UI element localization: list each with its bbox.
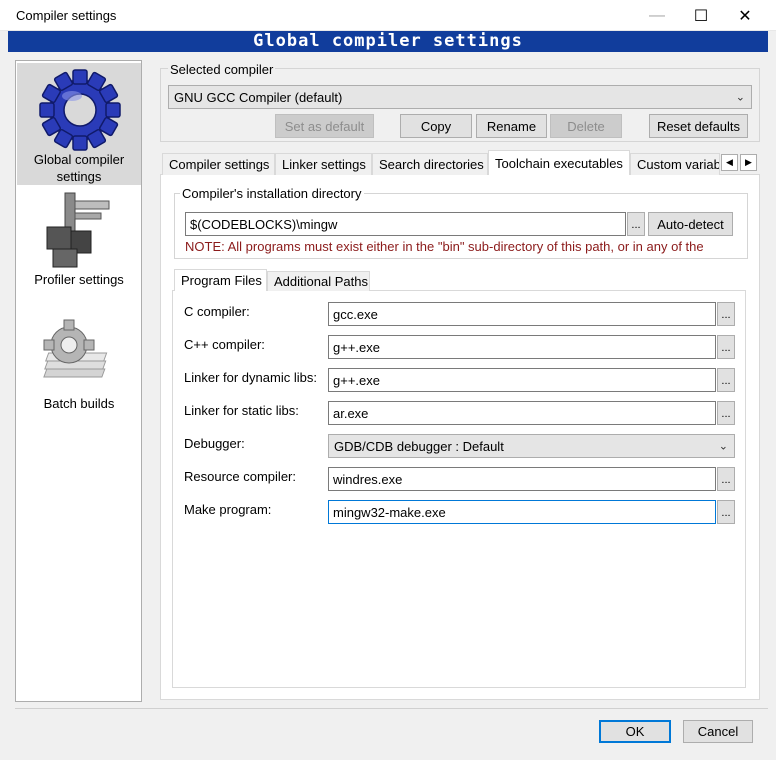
resource-compiler-label: Resource compiler:	[184, 469, 296, 484]
window-title: Compiler settings	[16, 8, 117, 23]
make-program-input[interactable]: mingw32-make.exe	[328, 500, 716, 524]
set-as-default-button[interactable]: Set as default	[275, 114, 374, 138]
sidebar-item-batch-builds[interactable]: Batch builds	[17, 311, 141, 423]
c-compiler-input[interactable]: gcc.exe	[328, 302, 716, 326]
sidebar-item-global-compiler[interactable]: Global compiler settings	[17, 63, 141, 185]
cpp-compiler-input[interactable]: g++.exe	[328, 335, 716, 359]
copy-button[interactable]: Copy	[400, 114, 472, 138]
footer-separator	[15, 708, 768, 709]
minimize-button[interactable]: —	[634, 0, 680, 31]
rename-button[interactable]: Rename	[476, 114, 547, 138]
make-program-browse-button[interactable]: ...	[717, 500, 735, 524]
selected-compiler-label: Selected compiler	[168, 62, 276, 77]
linker-dynamic-label: Linker for dynamic libs:	[184, 370, 317, 385]
tab-scroll-left-button[interactable]: ◀	[721, 154, 738, 171]
settings-category-list: Global compiler settings Profiler settin…	[15, 60, 142, 702]
c-compiler-browse-button[interactable]: ...	[717, 302, 735, 326]
maximize-icon: ☐	[693, 7, 709, 25]
tab-custom-variables[interactable]: Custom variab	[630, 153, 720, 175]
debugger-select-value: GDB/CDB debugger : Default	[334, 438, 504, 454]
reset-defaults-button[interactable]: Reset defaults	[649, 114, 748, 138]
minimize-icon: —	[649, 6, 665, 24]
linker-static-label: Linker for static libs:	[184, 403, 299, 418]
cpp-compiler-label: C++ compiler:	[184, 337, 265, 352]
resource-compiler-browse-button[interactable]: ...	[717, 467, 735, 491]
install-dir-input[interactable]: $(CODEBLOCKS)\mingw	[185, 212, 626, 236]
install-dir-browse-button[interactable]: ...	[627, 212, 645, 236]
tab-compiler-settings[interactable]: Compiler settings	[162, 153, 275, 175]
window-title-bar: Compiler settings — ☐ ✕	[0, 0, 776, 31]
linker-dynamic-browse-button[interactable]: ...	[717, 368, 735, 392]
ok-button[interactable]: OK	[599, 720, 671, 743]
auto-detect-button[interactable]: Auto-detect	[648, 212, 733, 236]
arrow-right-icon: ▶	[745, 157, 752, 167]
cancel-button[interactable]: Cancel	[683, 720, 753, 743]
chevron-down-icon: ⌄	[735, 91, 745, 104]
make-program-label: Make program:	[184, 502, 272, 517]
linker-dynamic-input[interactable]: g++.exe	[328, 368, 716, 392]
debugger-select[interactable]: GDB/CDB debugger : Default ⌄	[328, 434, 735, 458]
tab-program-files[interactable]: Program Files	[174, 269, 267, 291]
debugger-label: Debugger:	[184, 436, 245, 451]
compiler-select[interactable]: GNU GCC Compiler (default) ⌄	[168, 85, 752, 109]
c-compiler-label: C compiler:	[184, 304, 250, 319]
sidebar-item-label: Global compiler settings	[33, 152, 125, 184]
install-dir-note: NOTE: All programs must exist either in …	[185, 239, 704, 254]
close-button[interactable]: ✕	[722, 0, 768, 31]
linker-static-browse-button[interactable]: ...	[717, 401, 735, 425]
caliper-icon	[46, 192, 110, 268]
tab-linker-settings[interactable]: Linker settings	[275, 153, 372, 175]
maximize-button[interactable]: ☐	[678, 0, 724, 31]
compiler-select-value: GNU GCC Compiler (default)	[174, 89, 343, 105]
tab-additional-paths[interactable]: Additional Paths	[267, 271, 370, 291]
linker-static-input[interactable]: ar.exe	[328, 401, 716, 425]
gear-icon	[39, 69, 121, 151]
header-banner: Global compiler settings	[8, 31, 768, 52]
install-dir-label: Compiler's installation directory	[180, 186, 364, 201]
tab-toolchain-executables[interactable]: Toolchain executables	[488, 150, 630, 175]
sidebar-item-label: Profiler settings	[34, 272, 124, 287]
sidebar-item-label: Batch builds	[43, 396, 115, 411]
resource-compiler-input[interactable]: windres.exe	[328, 467, 716, 491]
arrow-left-icon: ◀	[726, 157, 733, 167]
tab-scroll-right-button[interactable]: ▶	[740, 154, 757, 171]
batch-gear-icon	[43, 319, 108, 378]
chevron-down-icon: ⌄	[718, 440, 728, 453]
delete-button[interactable]: Delete	[550, 114, 622, 138]
cpp-compiler-browse-button[interactable]: ...	[717, 335, 735, 359]
sidebar-item-profiler[interactable]: Profiler settings	[17, 187, 141, 299]
tab-search-directories[interactable]: Search directories	[372, 153, 488, 175]
close-icon: ✕	[738, 7, 752, 25]
